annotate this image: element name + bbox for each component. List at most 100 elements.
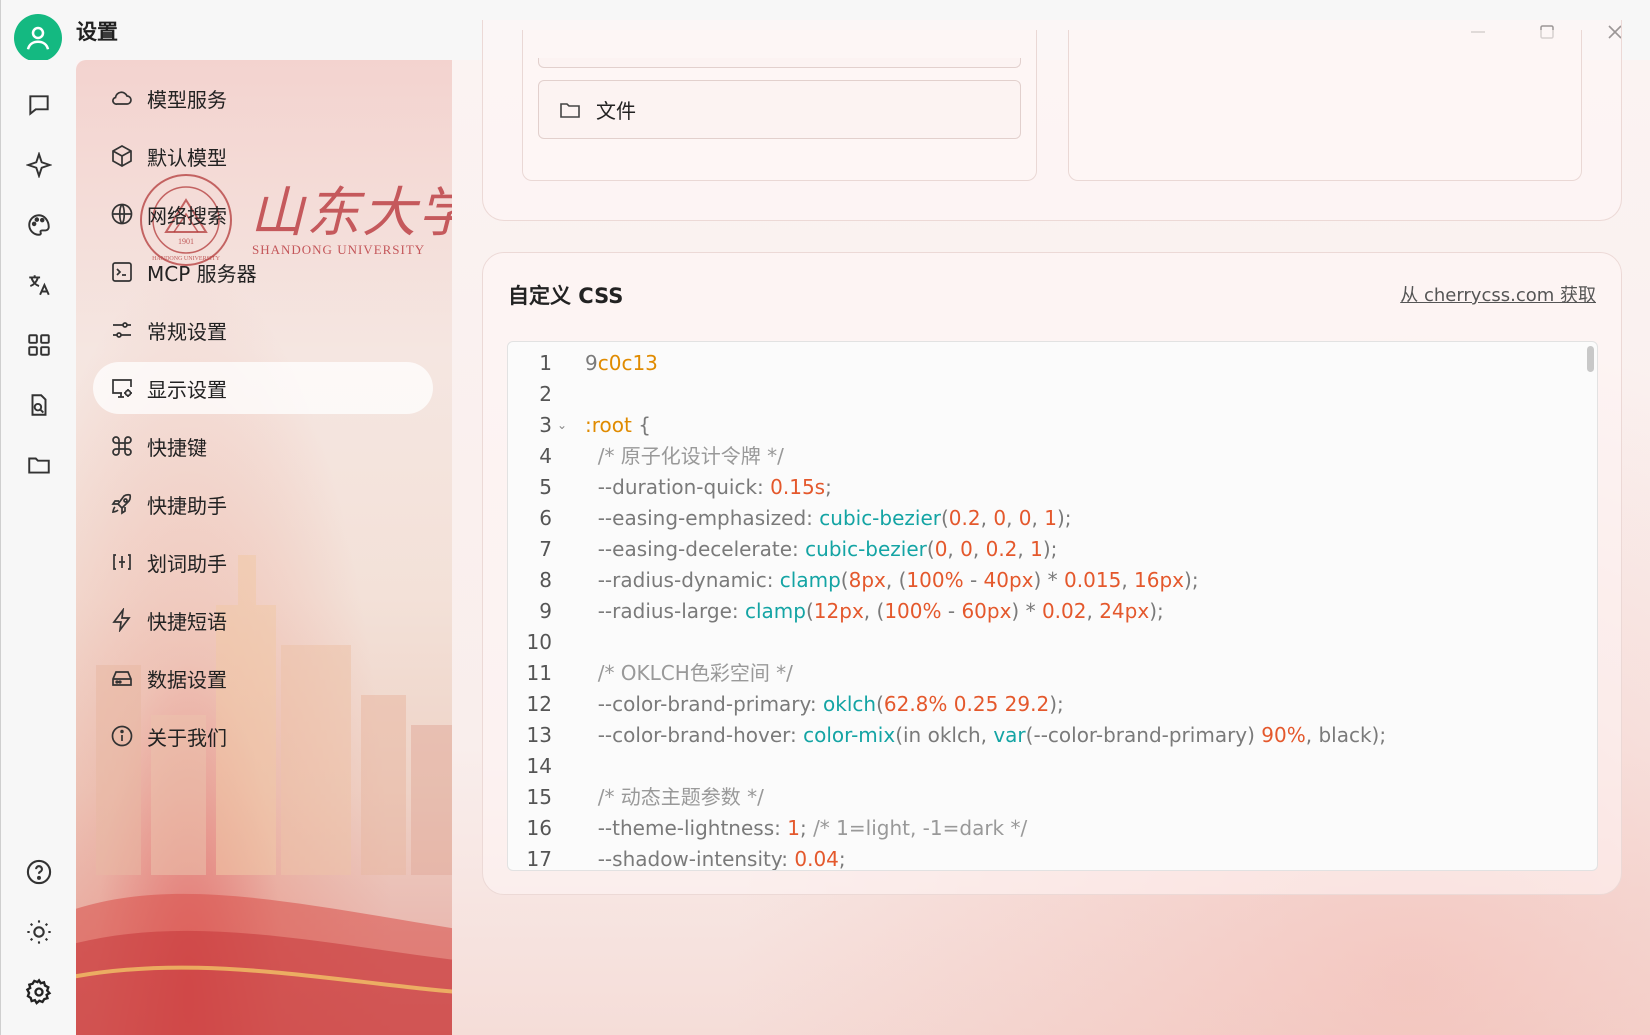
line-number: 16: [526, 816, 552, 840]
nav-item-quick-phrases[interactable]: 快捷短语: [93, 594, 433, 646]
nav-item-general-settings[interactable]: 常规设置: [93, 304, 433, 356]
files-button[interactable]: 文件: [538, 80, 1021, 139]
nav-item-shortcuts[interactable]: 快捷键: [93, 420, 433, 472]
code-line[interactable]: 14: [508, 751, 1588, 782]
code-line[interactable]: 11 /* OKLCH色彩空间 */: [508, 658, 1588, 689]
rail-assistant-button[interactable]: [19, 145, 59, 185]
code-line[interactable]: 16 --theme-lightness: 1; /* 1=light, -1=…: [508, 813, 1588, 844]
zap-icon: [112, 608, 131, 632]
palette-icon: [28, 214, 50, 236]
code-token: ;: [838, 847, 846, 871]
nav-item-display-settings[interactable]: 显示设置: [93, 362, 433, 414]
code-token: {: [631, 413, 651, 437]
code-token: 0.2: [948, 506, 981, 530]
code-line[interactable]: 17 --shadow-intensity: 0.04;: [508, 844, 1588, 871]
code-text: --radius-dynamic: clamp(8px, (100% - 40p…: [585, 565, 1199, 596]
code-token: oklch: [823, 692, 877, 716]
rail-knowledge-button[interactable]: [19, 385, 59, 425]
css-code-editor[interactable]: 1 9c0c13 2 3 ⌄:root {4 /* 原子化设计令牌 */5 --dura…: [507, 341, 1598, 871]
line-number: 9: [539, 599, 552, 623]
nav-item-mcp-servers[interactable]: MCP 服务器: [93, 246, 433, 298]
rail-apps-button[interactable]: [19, 325, 59, 365]
code-token: --theme-lightness:: [585, 816, 788, 840]
cube-icon: [112, 145, 132, 167]
code-token: (: [940, 506, 949, 530]
nav-item-model-services[interactable]: 模型服务: [93, 72, 433, 124]
previous-option-button[interactable]: [538, 58, 1021, 68]
document-search-icon: [31, 394, 47, 416]
code-token: :root: [585, 413, 632, 437]
code-token: 0.015: [1064, 568, 1122, 592]
nav-item-label: 默认模型: [147, 145, 227, 170]
code-line[interactable]: 9 --radius-large: clamp(12px, (100% - 60…: [508, 596, 1588, 627]
code-line[interactable]: 5 --duration-quick: 0.15s;: [508, 472, 1588, 503]
code-token: 16px: [1134, 568, 1185, 592]
help-icon: [26, 859, 52, 885]
code-token: ) *: [1033, 568, 1065, 592]
code-token: (: [926, 537, 935, 561]
code-token: );: [1056, 506, 1072, 530]
code-text: --radius-large: clamp(12px, (100% - 60px…: [585, 596, 1164, 627]
code-text: --color-brand-hover: color-mix(in oklch,…: [585, 720, 1386, 751]
code-token: 0: [1018, 506, 1032, 530]
code-token: ,: [947, 537, 961, 561]
rail-theme-toggle-button[interactable]: [19, 912, 59, 952]
sun-icon: [27, 920, 51, 944]
nav-item-data-settings[interactable]: 数据设置: [93, 652, 433, 704]
code-token: 1: [1044, 506, 1057, 530]
code-line[interactable]: 4 /* 原子化设计令牌 */: [508, 441, 1588, 472]
code-token: 8px: [848, 568, 886, 592]
chat-icon: [29, 95, 49, 116]
code-token: 100%: [906, 568, 964, 592]
code-token: /* OKLCH色彩空间 */: [585, 661, 793, 685]
code-token: 60px: [961, 599, 1012, 623]
decorative-swoosh: [76, 893, 452, 1035]
user-avatar[interactable]: [14, 14, 62, 62]
code-token: /* 原子化设计令牌 */: [585, 444, 784, 468]
code-token: clamp: [744, 599, 806, 623]
code-line[interactable]: 8 --radius-dynamic: clamp(8px, (100% - 4…: [508, 565, 1588, 596]
code-line[interactable]: 13 --color-brand-hover: color-mix(in okl…: [508, 720, 1588, 751]
rail-theme-button[interactable]: [19, 205, 59, 245]
code-token: c0c13: [597, 351, 658, 375]
line-number: 7: [539, 537, 552, 561]
code-token: 1: [787, 816, 800, 840]
nav-item-selection-assistant[interactable]: 划词助手: [93, 536, 433, 588]
code-line[interactable]: 10: [508, 627, 1588, 658]
nav-item-label: 网络搜索: [147, 203, 227, 228]
code-line[interactable]: 7 --easing-decelerate: cubic-bezier(0, 0…: [508, 534, 1588, 565]
code-text: --shadow-intensity: 0.04;: [585, 844, 846, 871]
code-line[interactable]: 2: [508, 379, 1588, 410]
code-line[interactable]: 3 ⌄:root {: [508, 410, 1588, 441]
text-select-icon: [113, 554, 131, 570]
rail-help-button[interactable]: [19, 852, 59, 892]
fold-chevron-icon[interactable]: ⌄: [557, 410, 567, 441]
cherrycss-link[interactable]: 从 cherrycss.com 获取: [1400, 281, 1596, 307]
rail-chat-button[interactable]: [19, 85, 59, 125]
nav-item-default-model[interactable]: 默认模型: [93, 130, 433, 182]
rail-settings-button[interactable]: [19, 972, 59, 1012]
code-token: 0.04: [794, 847, 839, 871]
code-token: (: [840, 568, 849, 592]
nav-item-about[interactable]: 关于我们: [93, 710, 433, 762]
line-number: 14: [526, 754, 552, 778]
code-line[interactable]: 6 --easing-emphasized: cubic-bezier(0.2,…: [508, 503, 1588, 534]
rail-files-button[interactable]: [19, 445, 59, 485]
nav-item-quick-assistant[interactable]: 快捷助手: [93, 478, 433, 530]
code-text: /* OKLCH色彩空间 */: [585, 658, 793, 689]
code-token: ,: [972, 537, 986, 561]
code-text: --easing-decelerate: cubic-bezier(0, 0, …: [585, 534, 1058, 565]
code-line[interactable]: 15 /* 动态主题参数 */: [508, 782, 1588, 813]
nav-item-web-search[interactable]: 网络搜索: [93, 188, 433, 240]
editor-scrollbar[interactable]: [1587, 346, 1594, 372]
code-token: (: [876, 692, 884, 716]
code-token: 90%: [1261, 723, 1306, 747]
code-token: );: [1042, 537, 1058, 561]
code-line[interactable]: 1 9c0c13: [508, 348, 1588, 379]
settings-window: 设置 1901 HANDONG UNIVERSITY 山东大学 SHANDONG…: [0, 0, 1650, 1035]
hard-drive-icon: [112, 671, 132, 686]
nav-item-label: 快捷键: [147, 435, 207, 460]
code-line[interactable]: 12 --color-brand-primary: oklch(62.8% 0.…: [508, 689, 1588, 720]
code-token: 0.25: [953, 692, 999, 716]
rail-translate-button[interactable]: [19, 265, 59, 305]
